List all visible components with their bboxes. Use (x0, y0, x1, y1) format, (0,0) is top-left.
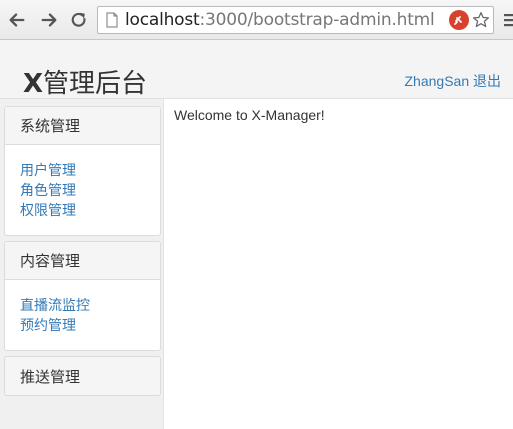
sidebar: 系统管理 用户管理 角色管理 权限管理 内容管理 直播流监控 预约管理 推送管理 (0, 99, 163, 429)
back-button[interactable] (5, 7, 29, 33)
sidebar-panel-push: 推送管理 (4, 356, 161, 396)
panel-body-system: 用户管理 角色管理 权限管理 (5, 145, 160, 235)
forward-arrow-icon (41, 13, 57, 27)
panel-heading-content[interactable]: 内容管理 (5, 242, 160, 280)
brand-x: X (23, 69, 44, 99)
brand-title[interactable]: X管理后台 (23, 63, 147, 100)
logout-link[interactable]: 退出 (473, 73, 501, 89)
url-text: localhost:3000/bootstrap-admin.html (125, 10, 435, 30)
url-host: localhost (125, 10, 200, 30)
panel-heading-push[interactable]: 推送管理 (5, 357, 160, 395)
username-link[interactable]: ZhangSan (405, 73, 470, 89)
sidebar-panel-content: 内容管理 直播流监控 预约管理 (4, 241, 161, 351)
nav-link-users[interactable]: 用户管理 (20, 161, 145, 181)
app-header: X管理后台 ZhangSan 退出 (0, 41, 513, 99)
nav-link-permissions[interactable]: 权限管理 (20, 201, 145, 221)
plug-icon (454, 16, 462, 25)
brand-text: 管理后台 (43, 69, 148, 99)
panel-body-content: 直播流监控 预约管理 (5, 280, 160, 350)
panel-heading-system[interactable]: 系统管理 (5, 107, 160, 145)
forward-button[interactable] (37, 7, 61, 33)
user-links: ZhangSan 退出 (405, 71, 502, 91)
main-content: Welcome to X-Manager! (163, 99, 513, 429)
page-icon (106, 12, 118, 28)
nav-link-roles[interactable]: 角色管理 (20, 181, 145, 201)
bookmark-star-button[interactable] (471, 10, 491, 30)
reload-button[interactable] (67, 7, 91, 33)
back-arrow-icon (9, 13, 25, 27)
hamburger-menu-icon[interactable] (503, 12, 513, 28)
nav-link-stream-monitor[interactable]: 直播流监控 (20, 296, 145, 316)
nav-link-reservations[interactable]: 预约管理 (20, 316, 145, 336)
reload-icon (71, 12, 86, 27)
extension-button[interactable] (449, 10, 469, 30)
sidebar-panel-system: 系统管理 用户管理 角色管理 权限管理 (4, 106, 161, 236)
browser-toolbar: localhost:3000/bootstrap-admin.html (0, 0, 513, 40)
address-bar[interactable]: localhost:3000/bootstrap-admin.html (97, 6, 494, 34)
welcome-message: Welcome to X-Manager! (174, 107, 325, 123)
url-path: :3000/bootstrap-admin.html (199, 10, 435, 30)
star-icon (472, 11, 490, 28)
